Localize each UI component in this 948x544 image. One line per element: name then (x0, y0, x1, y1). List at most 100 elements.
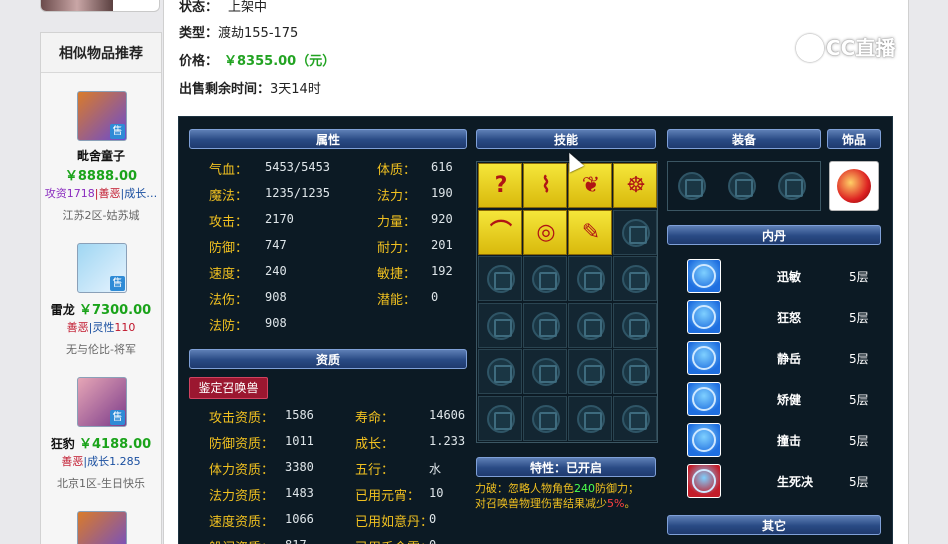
trait-header: 特性：已开启 (476, 457, 656, 477)
rec-name[interactable]: 雷龙 (51, 303, 75, 317)
empty-slot-icon (622, 358, 650, 386)
appraise-pet-button[interactable]: 鉴定召唤兽 (189, 377, 268, 399)
equipment-slot[interactable] (720, 164, 768, 209)
empty-slot-icon (577, 404, 605, 433)
stat-value: 817 (285, 538, 307, 544)
stat-label: 速度资质： (209, 515, 275, 530)
pet-image (41, 0, 113, 11)
inner-core-name: 迅敏 (777, 270, 802, 284)
inner-core-header: 内丹 (667, 225, 881, 245)
stat-label: 成长： (355, 437, 395, 452)
pet-avatar[interactable]: 售 (77, 243, 127, 293)
inner-core-icon (687, 259, 721, 293)
sell-badge: 售 (110, 410, 125, 425)
skill-slot[interactable]: ◎ (523, 209, 567, 255)
empty-skill-slot[interactable] (478, 349, 522, 394)
rec-price: ￥7300.00 (78, 303, 152, 318)
price-row: 价格： ￥8355.00（元） (179, 54, 336, 69)
skill-grid: ? ⌇ ❦ ☸ ⌒ ◎ ✎ (476, 161, 658, 443)
empty-skill-slot[interactable] (523, 256, 567, 301)
stat-label: 气血： (209, 163, 249, 178)
rec-server: 无与伦比-将军 (66, 343, 136, 356)
skill-icon: ✎ (581, 219, 601, 245)
empty-skill-slot[interactable] (523, 302, 567, 348)
stat-value: 1586 (285, 408, 314, 422)
inner-core-name: 静岳 (777, 352, 802, 366)
empty-skill-slot[interactable] (613, 349, 657, 394)
stat-label: 魔法： (209, 189, 249, 204)
equipment-slot[interactable] (770, 164, 818, 209)
stat-value: 1066 (285, 512, 314, 526)
pet-avatar[interactable]: 售 (77, 377, 127, 427)
empty-slot-icon (622, 265, 650, 293)
equipment-slot[interactable] (670, 164, 718, 209)
inner-core-icon (687, 382, 721, 416)
rec-name[interactable]: 狂豹 (51, 437, 75, 451)
skill-icon: ◎ (536, 219, 556, 245)
inner-core-row[interactable]: 矫健 5层 (687, 382, 887, 418)
inner-core-row[interactable]: 静岳 5层 (687, 341, 887, 377)
empty-skill-slot[interactable] (568, 256, 612, 301)
stat-label: 力量： (377, 215, 417, 230)
stat-label: 五行： (355, 463, 395, 478)
empty-skill-slot[interactable] (568, 302, 612, 348)
equipment-header: 装备 (667, 129, 821, 149)
empty-slot-icon (678, 172, 706, 200)
stat-value: 192 (431, 264, 453, 278)
stat-value: 190 (431, 186, 453, 200)
inner-core-icon (687, 423, 721, 457)
empty-skill-slot[interactable] (568, 349, 612, 394)
skill-slot[interactable]: ⌒ (478, 209, 522, 255)
inner-core-row[interactable]: 生死决 5层 (687, 464, 887, 500)
empty-skill-slot[interactable] (523, 349, 567, 394)
skill-icon: ☸ (626, 173, 646, 198)
accessory-slot[interactable] (829, 161, 879, 211)
stat-label: 攻击资质： (209, 411, 275, 426)
inner-core-row[interactable]: 狂怒 5层 (687, 300, 887, 336)
skill-slot[interactable]: ⌇ (523, 163, 567, 208)
similar-items-sidebar: 相似物品推荐 售 毗舍童子 ￥8888.00 攻资1718|善恶|成长… 江苏2… (40, 32, 162, 544)
pet-avatar[interactable] (77, 511, 127, 544)
empty-slot-icon (487, 358, 515, 386)
inner-core-row[interactable]: 迅敏 5层 (687, 259, 887, 295)
top-pet-thumbnail[interactable] (40, 0, 160, 12)
empty-skill-slot[interactable] (478, 302, 522, 348)
empty-slot-icon (577, 311, 605, 340)
empty-skill-slot[interactable] (568, 395, 612, 441)
stat-label: 耐力： (377, 241, 417, 256)
stat-label: 防御资质： (209, 437, 275, 452)
pet-detail-panel: 属性 技能 装备 饰品 气血： 5453/5453 魔法： 1235/1235 攻击： 2… (178, 116, 893, 544)
stat-label: 法力资质： (209, 489, 275, 504)
cc-logo-icon (796, 33, 824, 62)
stat-label: 速度： (209, 267, 249, 282)
stat-label: 已用如意丹： (355, 515, 434, 530)
sidebar-title: 相似物品推荐 (41, 33, 161, 73)
skill-slot[interactable]: ? (478, 163, 522, 208)
empty-skill-slot[interactable] (613, 256, 657, 301)
rec-server: 江苏2区-姑苏城 (62, 209, 140, 222)
stat-value: 2170 (265, 212, 294, 226)
inner-core-row[interactable]: 撞击 5层 (687, 423, 887, 459)
inner-core-icon (687, 464, 721, 498)
sell-badge: 售 (110, 124, 125, 139)
inner-core-level: 5层 (849, 393, 869, 407)
empty-skill-slot[interactable] (613, 209, 657, 255)
sell-badge: 售 (110, 276, 125, 291)
skill-slot[interactable]: ☸ (613, 163, 657, 208)
pet-avatar[interactable]: 售 (77, 91, 127, 141)
empty-slot-icon (487, 265, 515, 293)
empty-skill-slot[interactable] (613, 395, 657, 441)
rec-name[interactable]: 毗舍童子 (41, 147, 161, 164)
skill-icon: ❦ (581, 173, 601, 198)
empty-skill-slot[interactable] (523, 395, 567, 441)
stat-value: 1011 (285, 434, 314, 448)
skill-slot[interactable]: ✎ (568, 209, 612, 255)
empty-slot-icon (487, 404, 515, 433)
equipment-slots (667, 161, 821, 211)
empty-skill-slot[interactable] (478, 395, 522, 441)
inner-core-name: 生死决 (777, 475, 814, 489)
cc-live-watermark: CC直播 (796, 32, 918, 66)
empty-skill-slot[interactable] (613, 302, 657, 348)
empty-skill-slot[interactable] (478, 256, 522, 301)
empty-slot-icon (622, 218, 650, 247)
